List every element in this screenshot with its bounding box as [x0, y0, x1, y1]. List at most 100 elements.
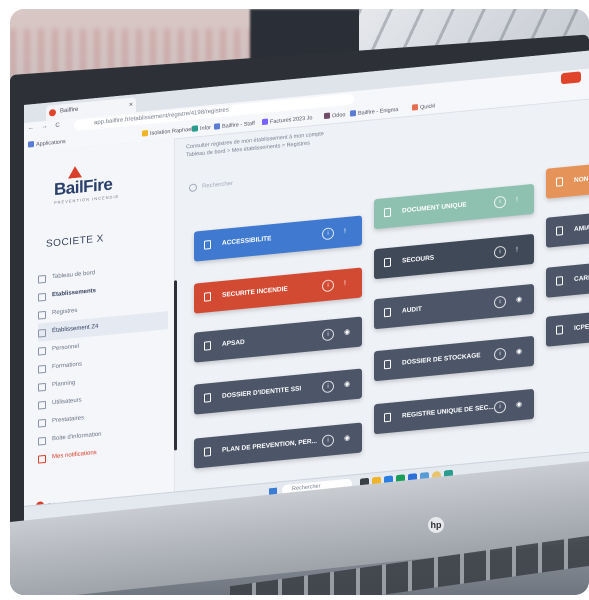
building-icon [38, 292, 46, 302]
document-icon [204, 392, 211, 403]
eye-icon[interactable]: ◉ [516, 285, 522, 316]
bookmark-item[interactable]: Factures 2023 Jo [262, 114, 313, 126]
register-card-label: DOSSIER DE STOCKAGE [402, 352, 481, 367]
info-icon[interactable]: i [322, 380, 334, 394]
info-icon[interactable]: i [494, 400, 506, 414]
register-card-label: APSAD [222, 338, 245, 348]
main-content: Consulter registres de mon établissement… [180, 99, 589, 510]
breadcrumb: Consulter registres de mon établissement… [186, 130, 324, 159]
users-icon [38, 400, 46, 410]
register-card-label: CARNET [574, 273, 589, 284]
bookmark-item[interactable]: Bailfire - Staff [214, 120, 255, 131]
register-card-label: ICPE [574, 323, 589, 333]
briefcase-icon [38, 418, 46, 428]
bookmark-item[interactable]: Bailfire - Enigma [350, 106, 398, 118]
flame-icon [68, 165, 82, 178]
bailfire-logo[interactable]: BailFire PREVENTION INCENDIE [54, 174, 119, 205]
document-icon [384, 257, 391, 268]
tab-title: Bailfire [60, 106, 79, 115]
register-card-label: AMIANTE [574, 223, 589, 234]
location-icon [38, 328, 46, 338]
eye-icon[interactable]: ◉ [344, 370, 350, 401]
register-card[interactable]: SECURITE INCENDIE i! [194, 267, 362, 314]
info-icon[interactable]: i [494, 295, 506, 309]
alert-icon[interactable]: ! [344, 269, 346, 299]
eye-icon[interactable]: ◉ [516, 390, 522, 421]
search-input[interactable]: Rechercher [186, 162, 386, 195]
register-card[interactable]: ICPE [546, 310, 589, 347]
register-card[interactable]: DOCUMENT UNIQUE i! [374, 183, 534, 230]
photo: Bailfire × ← → C app.bailfire.fr/etablis… [10, 9, 589, 595]
register-card[interactable]: DOSSIER DE STOCKAGE i ◉ [374, 335, 534, 382]
document-icon [384, 307, 391, 318]
sidebar: BailFire PREVENTION INCENDIE SOCIETE X T… [24, 138, 175, 525]
alert-icon[interactable]: ! [344, 217, 346, 247]
alert-icon[interactable]: ! [516, 185, 518, 215]
register-card[interactable]: AUDIT i ◉ [374, 283, 534, 330]
graduation-icon [38, 364, 46, 374]
company-name: SOCIETE X [46, 233, 104, 250]
document-icon [204, 239, 211, 250]
register-card-label: ACCESSIBILITE [222, 235, 272, 247]
eye-icon[interactable]: ◉ [344, 424, 350, 455]
register-card-label: SECOURS [402, 254, 435, 265]
bell-icon [38, 454, 46, 464]
document-icon [384, 359, 391, 370]
register-card[interactable]: AMIANTE [546, 211, 589, 248]
register-card[interactable]: APSAD i ◉ [194, 316, 362, 363]
calendar-icon [38, 382, 46, 392]
document-icon [556, 325, 563, 335]
register-card-label: REGISTRE UNIQUE DE SEC... [402, 403, 494, 420]
register-card-label: PLAN DE PREVENTION, PER... [222, 437, 317, 454]
register-card[interactable]: ACCESSIBILITE i! [194, 215, 362, 262]
info-icon[interactable]: i [322, 434, 334, 448]
sidebar-scrollbar[interactable] [174, 280, 177, 451]
book-icon [38, 310, 46, 320]
eye-icon[interactable]: ◉ [344, 318, 350, 349]
bookmark-icon [324, 112, 330, 120]
info-icon[interactable]: i [322, 227, 334, 241]
info-icon[interactable]: i [494, 245, 506, 259]
bookmark-item[interactable]: Applications [28, 138, 66, 149]
bookmark-icon [350, 110, 356, 117]
eye-icon[interactable]: ◉ [516, 337, 522, 368]
register-card-label: SECURITE INCENDIE [222, 285, 288, 299]
document-icon [204, 340, 211, 351]
register-card[interactable]: CARNET [546, 261, 589, 298]
apps-icon [28, 141, 34, 148]
bookmark-icon [192, 125, 198, 132]
info-icon[interactable]: i [494, 347, 506, 361]
folder-icon [142, 130, 148, 137]
document-icon [204, 446, 211, 457]
profile-button[interactable] [561, 71, 581, 85]
register-card[interactable]: NON CONFORMITE [546, 162, 589, 199]
user-icon [38, 346, 46, 356]
document-icon [556, 276, 563, 286]
laptop-screen: Bailfire × ← → C app.bailfire.fr/etablis… [24, 50, 589, 526]
info-icon[interactable]: i [494, 195, 506, 209]
alert-icon[interactable]: ! [516, 235, 518, 265]
bookmark-item[interactable]: Infor [192, 124, 211, 133]
bookmark-icon [214, 123, 220, 130]
register-card[interactable]: DOSSIER D'IDENTITE SSI i ◉ [194, 368, 362, 415]
close-icon[interactable]: × [129, 98, 133, 113]
home-icon [38, 274, 46, 284]
nav-buttons[interactable]: ← → C [28, 122, 63, 131]
register-card-label: DOCUMENT UNIQUE [402, 201, 467, 215]
register-card-label: AUDIT [402, 305, 422, 315]
document-icon [204, 291, 211, 302]
bookmark-item[interactable]: Quickl [412, 102, 435, 111]
document-icon [556, 226, 563, 236]
info-icon[interactable]: i [322, 328, 334, 342]
register-card[interactable]: SECOURS i! [374, 233, 534, 280]
bookmark-icon [262, 118, 268, 126]
document-icon [384, 412, 391, 423]
bookmark-item[interactable]: Isolation Raphael [142, 126, 193, 138]
info-icon[interactable]: i [322, 279, 334, 293]
bookmark-item[interactable]: Odoo [324, 111, 345, 120]
register-card[interactable]: REGISTRE UNIQUE DE SEC... i ◉ [374, 388, 534, 435]
register-card[interactable]: PLAN DE PREVENTION, PER... i ◉ [194, 422, 362, 469]
register-card-label: NON CONFORMITE [574, 171, 589, 185]
sidebar-nav: Tableau de bord Etablissements Registres… [38, 257, 168, 468]
inbox-icon [38, 436, 46, 446]
